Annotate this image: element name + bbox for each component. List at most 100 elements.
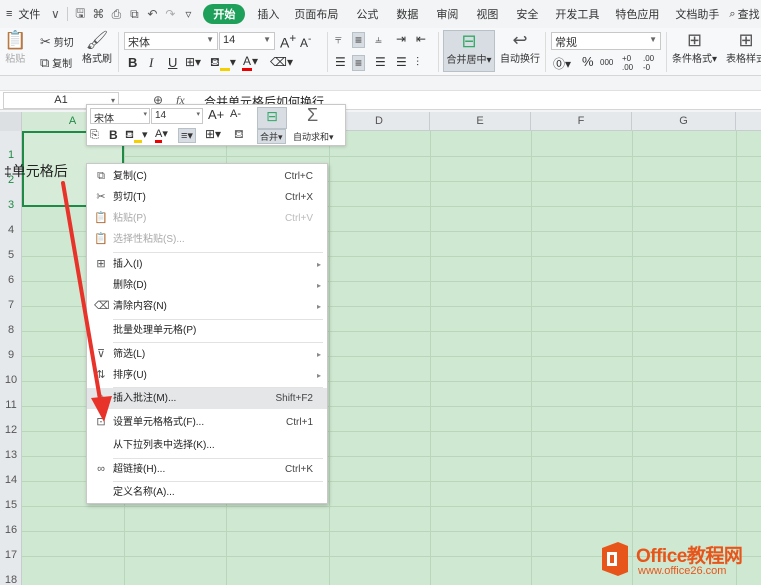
distribute-button[interactable]: ⫶ bbox=[416, 55, 419, 70]
tab-view[interactable]: 视图 bbox=[467, 6, 507, 22]
table-style-button[interactable]: ⊞ 表格样式 bbox=[726, 30, 761, 65]
font-name-select[interactable]: 宋体 ▼ bbox=[124, 32, 218, 50]
menu-file[interactable]: 文件 bbox=[18, 6, 46, 22]
mini-fill-color-button[interactable]: ⛾▾ bbox=[125, 128, 148, 143]
align-middle-button[interactable]: ≡ bbox=[352, 32, 365, 48]
row-header[interactable]: 13 bbox=[0, 449, 22, 461]
format-painter-button[interactable]: 🖌 格式刷 bbox=[82, 30, 112, 65]
column-header-f[interactable]: G bbox=[632, 112, 736, 131]
tab-insert[interactable]: 插入 bbox=[251, 6, 285, 22]
print-icon[interactable]: ⎙ bbox=[107, 7, 125, 22]
conditional-format-button[interactable]: ⊞ 条件格式▾ bbox=[672, 30, 717, 65]
tab-security[interactable]: 安全 bbox=[507, 6, 547, 22]
tab-review[interactable]: 审阅 bbox=[427, 6, 467, 22]
search-label[interactable]: 查找 bbox=[738, 6, 760, 22]
tab-formulas[interactable]: 公式 bbox=[347, 6, 387, 22]
justify-button[interactable]: ☰ bbox=[396, 55, 407, 69]
search-icon[interactable]: ⌕ bbox=[727, 8, 737, 21]
row-header[interactable]: 6 bbox=[0, 274, 22, 286]
menu-item-filter[interactable]: ⊽ 筛选(L) ▸ bbox=[87, 344, 327, 365]
merge-center-button[interactable]: ⊟ 合并居中▾ bbox=[443, 30, 495, 72]
menu-item-clear-contents[interactable]: ⌫ 清除内容(N) ▸ bbox=[87, 296, 327, 317]
row-header[interactable]: 12 bbox=[0, 424, 22, 436]
align-left-button[interactable]: ☰ bbox=[335, 55, 346, 69]
align-right-button[interactable]: ☰ bbox=[375, 55, 386, 69]
row-header[interactable]: 7 bbox=[0, 299, 22, 311]
menu-item-cut[interactable]: ✂ 剪切(T) Ctrl+X bbox=[87, 187, 327, 208]
shrink-font-button[interactable]: A- bbox=[300, 34, 311, 50]
row-header[interactable]: 3 bbox=[0, 199, 22, 211]
clear-format-button[interactable]: ⌫▾ bbox=[270, 55, 293, 69]
menu-item-delete[interactable]: 删除(D) ▸ bbox=[87, 275, 327, 296]
mini-shrink-font-button[interactable]: A- bbox=[230, 108, 241, 120]
row-header[interactable]: 16 bbox=[0, 524, 22, 536]
mini-font-color-button[interactable]: A▾ bbox=[155, 127, 168, 140]
column-header-e[interactable]: F bbox=[531, 112, 632, 131]
quick-access-more-icon[interactable]: ▿ bbox=[179, 7, 197, 21]
font-color-button[interactable]: A▾ bbox=[242, 54, 258, 68]
hamburger-menu-icon[interactable]: ≡ bbox=[0, 8, 18, 20]
mini-format-painter-icon[interactable]: ⎘ bbox=[90, 129, 99, 142]
align-top-button[interactable]: ⫧ bbox=[335, 32, 342, 47]
row-header[interactable]: 11 bbox=[0, 399, 22, 411]
border-button[interactable]: ⊞▾ bbox=[185, 55, 201, 69]
align-center-button[interactable]: ≡ bbox=[352, 55, 365, 71]
mini-autosum-button[interactable]: 自动求和▾ bbox=[293, 130, 334, 143]
menu-item-pick-from-list[interactable]: 从下拉列表中选择(K)... bbox=[87, 435, 327, 456]
menu-item-format-cells[interactable]: ⊡ 设置单元格格式(F)... Ctrl+1 bbox=[87, 412, 327, 433]
indent-increase-button[interactable]: ⇥ bbox=[396, 32, 406, 46]
row-header[interactable]: 5 bbox=[0, 249, 22, 261]
mini-bold-button[interactable]: B bbox=[109, 128, 118, 142]
row-header[interactable]: 9 bbox=[0, 349, 22, 361]
mini-font-name-select[interactable]: 宋体 ▾ bbox=[90, 108, 150, 124]
row-header[interactable]: 17 bbox=[0, 549, 22, 561]
mini-font-size-select[interactable]: 14 ▾ bbox=[151, 108, 203, 124]
menu-item-copy[interactable]: ⧉ 复制(C) Ctrl+C bbox=[87, 166, 327, 187]
copy-button[interactable]: ⧉ 复制 bbox=[40, 55, 72, 71]
menu-item-define-name[interactable]: 定义名称(A)... bbox=[87, 482, 327, 503]
row-header[interactable]: 14 bbox=[0, 474, 22, 486]
currency-button[interactable]: ⓪▾ bbox=[553, 55, 571, 72]
mini-border-button[interactable]: ⊞▾ bbox=[205, 127, 221, 141]
italic-button[interactable]: I bbox=[149, 55, 153, 71]
increase-decimal-button[interactable]: +0 .00 bbox=[622, 54, 638, 72]
tab-data[interactable]: 数据 bbox=[387, 6, 427, 22]
align-bottom-button[interactable]: ⫨ bbox=[375, 32, 382, 47]
row-header[interactable]: 10 bbox=[0, 374, 22, 386]
select-all-corner[interactable] bbox=[0, 112, 22, 131]
wrap-text-button[interactable]: ↩ 自动换行 bbox=[500, 30, 540, 65]
cut-button[interactable]: ✂ 剪切 bbox=[40, 34, 74, 50]
menu-item-hyperlink[interactable]: ∞ 超链接(H)... Ctrl+K bbox=[87, 459, 327, 480]
decrease-decimal-button[interactable]: .00 -0 bbox=[643, 54, 659, 72]
format-painter-quick-icon[interactable]: ⌘ bbox=[89, 7, 107, 21]
redo-icon[interactable]: ↷ bbox=[161, 7, 179, 21]
print-preview-icon[interactable]: ⧉ bbox=[125, 7, 143, 22]
row-header[interactable]: 15 bbox=[0, 499, 22, 511]
tab-developer[interactable]: 开发工具 bbox=[547, 6, 607, 22]
mini-align-button[interactable]: ≡▾ bbox=[178, 128, 196, 143]
file-dropdown-icon[interactable]: ∨ bbox=[46, 7, 64, 21]
row-header[interactable]: 18 bbox=[0, 574, 22, 585]
mini-merge-icon[interactable]: ⊟ bbox=[257, 107, 287, 129]
mini-fill-icon[interactable]: ⛾ bbox=[234, 127, 244, 143]
underline-button[interactable]: U bbox=[168, 55, 177, 70]
column-header-d[interactable]: E bbox=[430, 112, 531, 131]
row-header[interactable]: 8 bbox=[0, 324, 22, 336]
undo-icon[interactable]: ↶ bbox=[143, 7, 161, 21]
autosum-icon[interactable]: Σ bbox=[307, 105, 318, 126]
menu-item-batch-process[interactable]: 批量处理单元格(P) bbox=[87, 320, 327, 341]
tab-doc-assistant[interactable]: 文档助手 bbox=[667, 6, 727, 22]
font-size-select[interactable]: 14 ▼ bbox=[219, 32, 275, 50]
bold-button[interactable]: B bbox=[128, 55, 137, 70]
percent-button[interactable]: % bbox=[582, 54, 594, 69]
menu-item-insert[interactable]: ⊞ 插入(I) ▸ bbox=[87, 254, 327, 275]
thousand-separator-button[interactable]: 000 bbox=[600, 58, 613, 67]
save-icon[interactable]: 🖫 bbox=[71, 4, 89, 25]
number-format-select[interactable]: 常规 ▼ bbox=[551, 32, 661, 50]
indent-decrease-button[interactable]: ⇤ bbox=[416, 32, 426, 46]
menu-item-sort[interactable]: ⇅ 排序(U) ▸ bbox=[87, 365, 327, 386]
mini-grow-font-button[interactable]: A+ bbox=[208, 107, 224, 122]
row-header[interactable]: 1 bbox=[0, 149, 22, 161]
tab-start[interactable]: 开始 bbox=[203, 4, 245, 24]
row-header[interactable]: 4 bbox=[0, 224, 22, 236]
